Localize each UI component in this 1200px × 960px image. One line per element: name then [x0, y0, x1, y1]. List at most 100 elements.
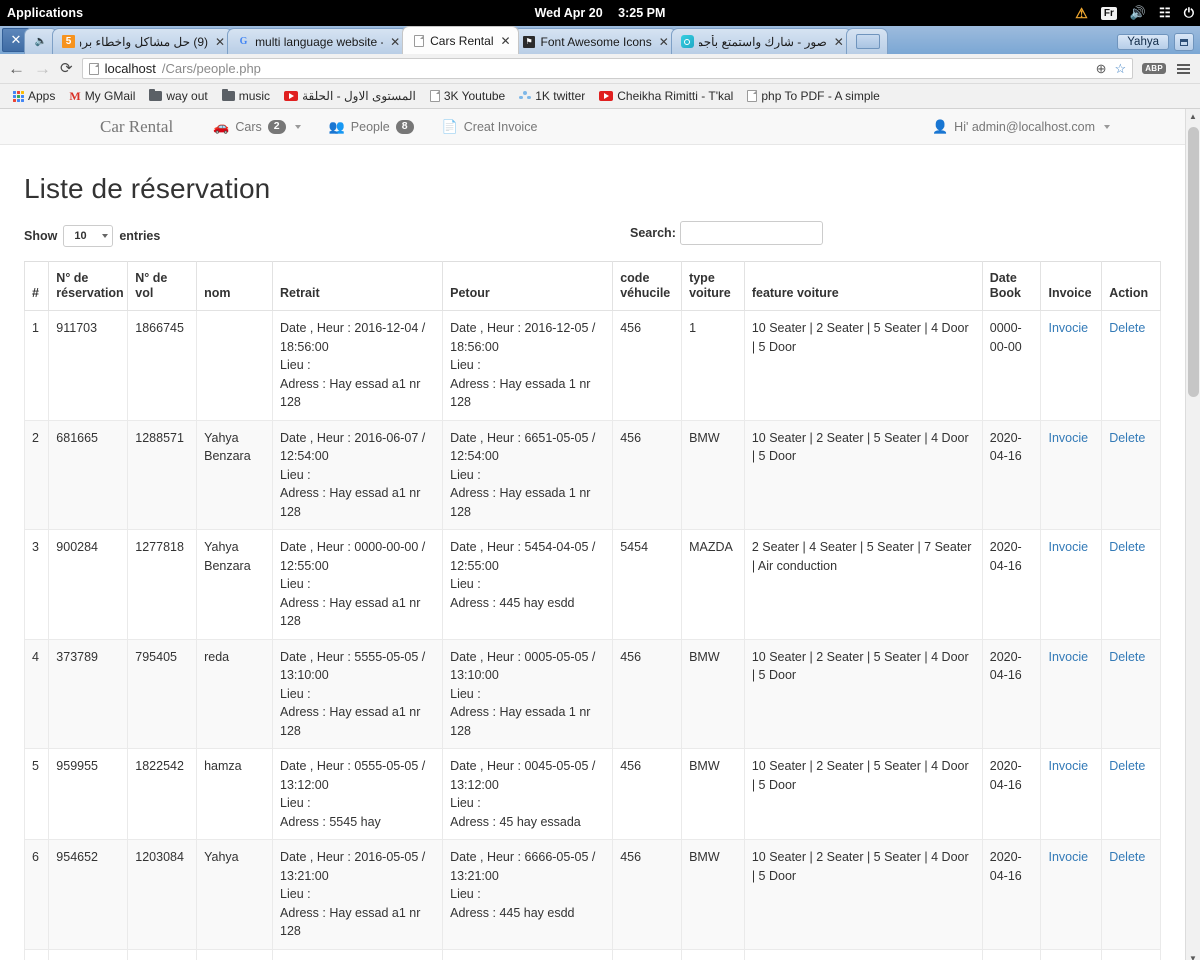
- restore-window-button[interactable]: [1174, 33, 1194, 51]
- tab-font-awesome-icons[interactable]: ⚑ Font Awesome Icons ✕: [513, 28, 677, 54]
- account-label: Hi' admin@localhost.com: [954, 120, 1095, 134]
- invoice-link[interactable]: Invocie: [1048, 650, 1088, 664]
- adblock-icon[interactable]: ABP: [1142, 63, 1166, 74]
- gmail-icon: M: [69, 89, 80, 104]
- delete-link[interactable]: Delete: [1109, 650, 1145, 664]
- zoom-icon[interactable]: ⊕: [1096, 62, 1107, 75]
- tab-close-icon[interactable]: ✕: [390, 35, 400, 49]
- back-icon[interactable]: ←: [8, 60, 25, 77]
- scroll-up-icon[interactable]: ▲: [1186, 109, 1200, 124]
- forward-icon[interactable]: →: [34, 60, 51, 77]
- delete-link[interactable]: Delete: [1109, 759, 1145, 773]
- cell-petour: Date , Heur : 0005-05-05 / 13:10:00Lieu …: [443, 639, 613, 749]
- col-code[interactable]: code véhucile: [613, 262, 682, 311]
- col-date-book[interactable]: Date Book: [982, 262, 1041, 311]
- nav-item-creat-invoice[interactable]: 📄 Creat Invoice: [428, 120, 552, 134]
- cell-nom: Yahya: [197, 949, 273, 960]
- col-petour[interactable]: Petour: [443, 262, 613, 311]
- col-action[interactable]: Action: [1102, 262, 1161, 311]
- col-vol[interactable]: N° de vol: [128, 262, 197, 311]
- tab-multi-language-website[interactable]: G multi language website - G ✕: [227, 28, 408, 54]
- bookmark-label: 3K Youtube: [444, 89, 505, 103]
- col-type[interactable]: type voiture: [682, 262, 745, 311]
- page-length-select[interactable]: 10: [63, 225, 113, 247]
- cell-retrait: Date , Heur : 0555-05-05 / 13:12:00Lieu …: [273, 749, 443, 840]
- invoice-link[interactable]: Invocie: [1048, 431, 1088, 445]
- tab-close-icon[interactable]: ✕: [215, 35, 225, 49]
- scrollbar-thumb[interactable]: [1188, 127, 1199, 397]
- cell-vol: 1203084: [128, 840, 197, 950]
- folder-icon: [222, 91, 235, 101]
- bookmark-my-gmail[interactable]: M My GMail: [62, 87, 142, 106]
- tab-arabic-1[interactable]: 5 (9) حل مشاكل واخطاء برن ✕: [52, 28, 233, 54]
- bookmark-music[interactable]: music: [215, 87, 277, 105]
- bookmark-apps[interactable]: Apps: [6, 87, 62, 105]
- col-reservation[interactable]: N° de réservation: [49, 262, 128, 311]
- nav-item-cars[interactable]: 🚗 Cars 2: [199, 120, 314, 134]
- tab-cars-rental[interactable]: Cars Rental ✕: [402, 26, 518, 54]
- cell-feature: 2 Seater | 4 Seater | 5 Seater | 7 Seate…: [744, 530, 982, 640]
- col-nom[interactable]: nom: [197, 262, 273, 311]
- bookmark-way-out[interactable]: way out: [142, 87, 214, 105]
- bookmark-1k-twitter[interactable]: 1K twitter: [512, 87, 592, 105]
- new-tab-button[interactable]: [846, 28, 888, 54]
- tab-close-icon[interactable]: ✕: [500, 34, 510, 48]
- network-icon[interactable]: ☷: [1159, 5, 1171, 21]
- search-input[interactable]: [680, 221, 823, 245]
- applications-menu[interactable]: Applications: [7, 6, 83, 20]
- power-icon[interactable]: ⏻: [1184, 5, 1194, 21]
- bookmark-cheikha-rimitti[interactable]: Cheikha Rimitti - T'kal: [592, 87, 740, 105]
- tab-label: (9) حل مشاكل واخطاء برن: [80, 35, 208, 49]
- page-scrollbar[interactable]: ▲ ▼: [1185, 109, 1200, 960]
- col-invoice[interactable]: Invoice: [1041, 262, 1102, 311]
- cell-index: 6: [25, 840, 49, 950]
- app-brand[interactable]: Car Rental: [100, 117, 187, 137]
- user-icon: 👤: [932, 120, 948, 133]
- delete-link[interactable]: Delete: [1109, 540, 1145, 554]
- people-badge: 8: [396, 120, 414, 134]
- bookmark-arabic-course[interactable]: المستوى الاول - الحلقة: [277, 87, 423, 105]
- cell-petour: Date , Heur : 2016-12-05 / 18:56:00Lieu …: [443, 311, 613, 421]
- cell-nom: reda: [197, 639, 273, 749]
- volume-icon[interactable]: 🔊: [1130, 5, 1146, 21]
- delete-link[interactable]: Delete: [1109, 850, 1145, 864]
- cell-petour: Date , Heur : 0045-05-05 / 13:12:00Lieu …: [443, 749, 613, 840]
- page-info-icon[interactable]: [89, 63, 99, 75]
- cell-code: 456: [613, 311, 682, 421]
- invoice-link[interactable]: Invocie: [1048, 850, 1088, 864]
- keyboard-layout-indicator[interactable]: Fr: [1101, 7, 1117, 20]
- account-menu[interactable]: 👤 Hi' admin@localhost.com: [932, 120, 1110, 134]
- scroll-down-icon[interactable]: ▼: [1186, 951, 1200, 960]
- col-index[interactable]: #: [25, 262, 49, 311]
- invoice-link[interactable]: Invocie: [1048, 321, 1088, 335]
- col-feature[interactable]: feature voiture: [744, 262, 982, 311]
- os-top-bar: Applications Wed Apr 20 3:25 PM ⚠ Fr 🔊 ☷…: [0, 0, 1200, 26]
- profile-chip[interactable]: Yahya: [1117, 34, 1169, 50]
- system-tray: ⚠ Fr 🔊 ☷ ⏻: [1075, 0, 1194, 26]
- delete-link[interactable]: Delete: [1109, 321, 1145, 335]
- invoice-link[interactable]: Invocie: [1048, 759, 1088, 773]
- invoice-link[interactable]: Invocie: [1048, 540, 1088, 554]
- bookmark-3k-youtube[interactable]: 3K Youtube: [423, 87, 512, 105]
- omnibox-actions: ⊕ ☆: [1088, 62, 1127, 75]
- bookmark-php-to-pdf[interactable]: php To PDF - A simple: [740, 87, 887, 105]
- file-icon: 📄: [442, 120, 458, 133]
- page-viewport: Car Rental 🚗 Cars 2 👥 People 8 📄 Creat I…: [0, 109, 1200, 960]
- cell-vol: 1277818: [128, 530, 197, 640]
- nav-item-people[interactable]: 👥 People 8: [315, 120, 428, 134]
- tab-close-icon[interactable]: ✕: [834, 35, 844, 49]
- delete-link[interactable]: Delete: [1109, 431, 1145, 445]
- address-bar[interactable]: localhost/Cars/people.php ⊕ ☆: [82, 58, 1134, 79]
- cell-code: 456: [613, 639, 682, 749]
- tab-arabic-2[interactable]: صور - شارك واستمتع بأجمل ✕: [671, 28, 852, 54]
- tab-close-icon[interactable]: ✕: [659, 35, 669, 49]
- cell-date-book: 2020-04-16: [982, 749, 1041, 840]
- warning-icon[interactable]: ⚠: [1075, 5, 1088, 22]
- reload-icon[interactable]: ⟳: [60, 61, 73, 76]
- bookmark-star-icon[interactable]: ☆: [1115, 62, 1127, 75]
- nav-label: People: [351, 120, 390, 134]
- cell-date-book: 2020-04-16: [982, 530, 1041, 640]
- col-retrait[interactable]: Retrait: [273, 262, 443, 311]
- cell-feature: 10 Seater | 2 Seater | 5 Seater | 4: [744, 949, 982, 960]
- browser-menu-icon[interactable]: [1175, 64, 1192, 74]
